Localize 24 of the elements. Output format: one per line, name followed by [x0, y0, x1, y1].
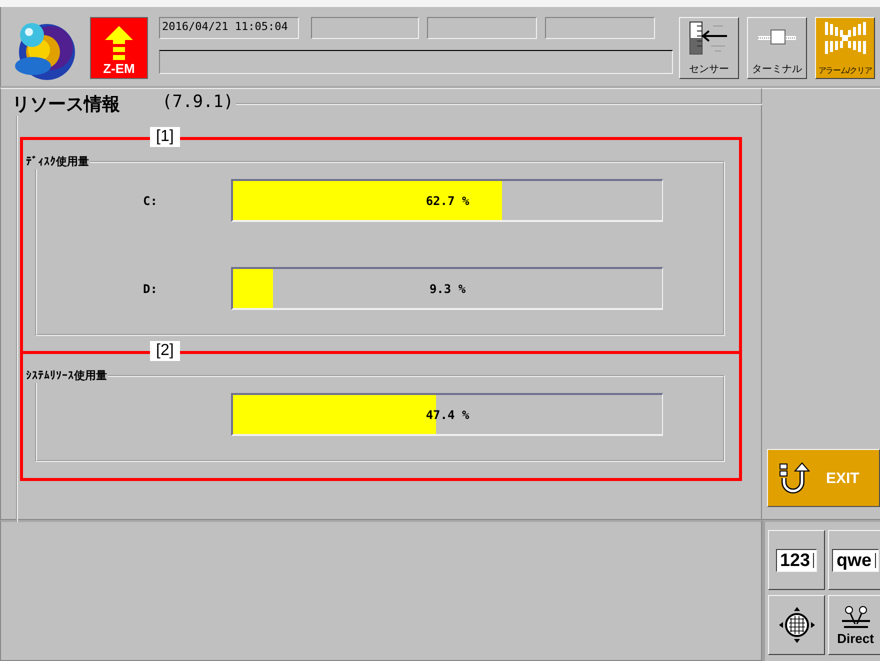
drive-label: C:	[143, 194, 158, 208]
annotation-marker: [1]	[150, 127, 180, 147]
cursor-pad-button[interactable]	[768, 595, 825, 655]
usage-reading: 62.7 %	[426, 194, 470, 208]
keyboard-button[interactable]: qwe	[828, 530, 880, 590]
annotation-marker: [2]	[150, 341, 180, 361]
direction-pad-icon	[776, 605, 816, 645]
section-code: (7.9.1)	[162, 92, 234, 114]
sensor-button[interactable]: センサー	[679, 17, 739, 79]
terminal-button[interactable]: ターミナル	[747, 17, 807, 79]
datetime-display: 2016/04/21 11:05:04	[159, 17, 299, 39]
usage-reading: 9.3 %	[429, 282, 466, 296]
section-title: リソース情報	[12, 93, 120, 116]
numeric-keypad-button[interactable]: 123	[768, 530, 825, 590]
joystick-icon	[840, 604, 872, 630]
return-arrow-icon	[778, 461, 812, 495]
drive-label: D:	[143, 282, 158, 296]
up-arrow-icon	[104, 25, 134, 61]
logo-badge: Z-EM	[90, 17, 148, 79]
group-title: ﾃﾞｨｽｸ使用量	[25, 154, 90, 169]
alarm-bars-icon	[823, 21, 867, 55]
alarm-button[interactable]: アラーム/クリア	[815, 17, 875, 79]
group-title: ｼｽﾃﾑﾘｿｰｽ使用量	[25, 368, 108, 383]
direct-button[interactable]: Direct	[828, 595, 880, 655]
